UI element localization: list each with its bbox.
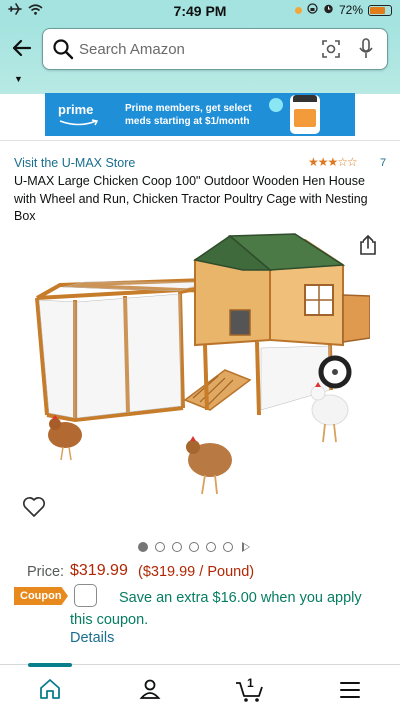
header: Search Amazon ▼	[0, 22, 400, 94]
home-icon[interactable]	[38, 677, 62, 706]
carousel-dot[interactable]	[189, 542, 199, 552]
account-icon[interactable]	[138, 677, 162, 706]
wishlist-heart-icon[interactable]	[22, 496, 46, 523]
status-right: 72%	[294, 3, 392, 17]
carousel-dot[interactable]	[172, 542, 182, 552]
medicine-bottle-image	[290, 95, 320, 134]
price-value: $319.99	[70, 562, 128, 579]
menu-icon[interactable]	[339, 681, 361, 704]
search-input[interactable]: Search Amazon	[42, 28, 388, 70]
divider	[0, 140, 400, 141]
prime-banner-message: Prime members, get select meds starting …	[125, 102, 252, 127]
battery-icon	[368, 4, 392, 16]
battery-percent: 72%	[338, 3, 363, 17]
prime-logo: prime	[45, 93, 111, 136]
status-bar: 7:49 PM 72%	[0, 0, 400, 22]
hen-center	[186, 436, 232, 495]
coupon-badge: Coupon	[14, 587, 68, 605]
active-tab-indicator	[28, 663, 72, 667]
coupon-checkbox[interactable]	[74, 584, 97, 607]
carousel-dot[interactable]	[223, 542, 233, 552]
bottom-navigation	[0, 663, 400, 712]
microphone-icon[interactable]	[358, 38, 374, 65]
search-placeholder: Search Amazon	[79, 41, 185, 58]
carousel-dot[interactable]	[155, 542, 165, 552]
share-icon[interactable]	[358, 234, 378, 261]
unit-price: ($319.99 / Pound)	[138, 564, 255, 580]
camera-search-icon[interactable]	[321, 39, 341, 64]
carousel-dot[interactable]	[138, 542, 148, 552]
product-title: U-MAX Large Chicken Coop 100" Outdoor Wo…	[14, 174, 368, 223]
coupon-text: Save an extra $16.00 when you apply this…	[70, 590, 362, 628]
price-label: Price:	[27, 564, 65, 580]
coupon-details-link[interactable]: Details	[70, 630, 114, 646]
location-chevron-icon[interactable]: ▼	[14, 74, 23, 84]
rating-count[interactable]: 7	[380, 157, 386, 169]
prime-banner-ad[interactable]: prime Prime members, get select meds sta…	[45, 93, 355, 136]
image-carousel-indicator[interactable]	[138, 542, 250, 552]
banner-decoration	[269, 98, 283, 112]
recording-indicator-icon	[294, 6, 302, 14]
product-image[interactable]	[25, 230, 370, 510]
store-link[interactable]: Visit the U-MAX Store	[14, 156, 135, 170]
hen-right	[310, 382, 349, 443]
rating-stars[interactable]: ★★★☆☆	[308, 155, 358, 169]
carousel-dot[interactable]	[206, 542, 216, 552]
prime-smile-icon	[59, 119, 99, 126]
cart-count-badge: 1	[247, 676, 254, 690]
alarm-icon	[323, 3, 334, 17]
video-play-icon[interactable]	[242, 542, 250, 552]
back-button[interactable]	[10, 36, 34, 60]
search-icon	[52, 38, 74, 65]
back-arrow-icon	[12, 39, 32, 57]
lock-rotation-icon	[307, 3, 318, 17]
